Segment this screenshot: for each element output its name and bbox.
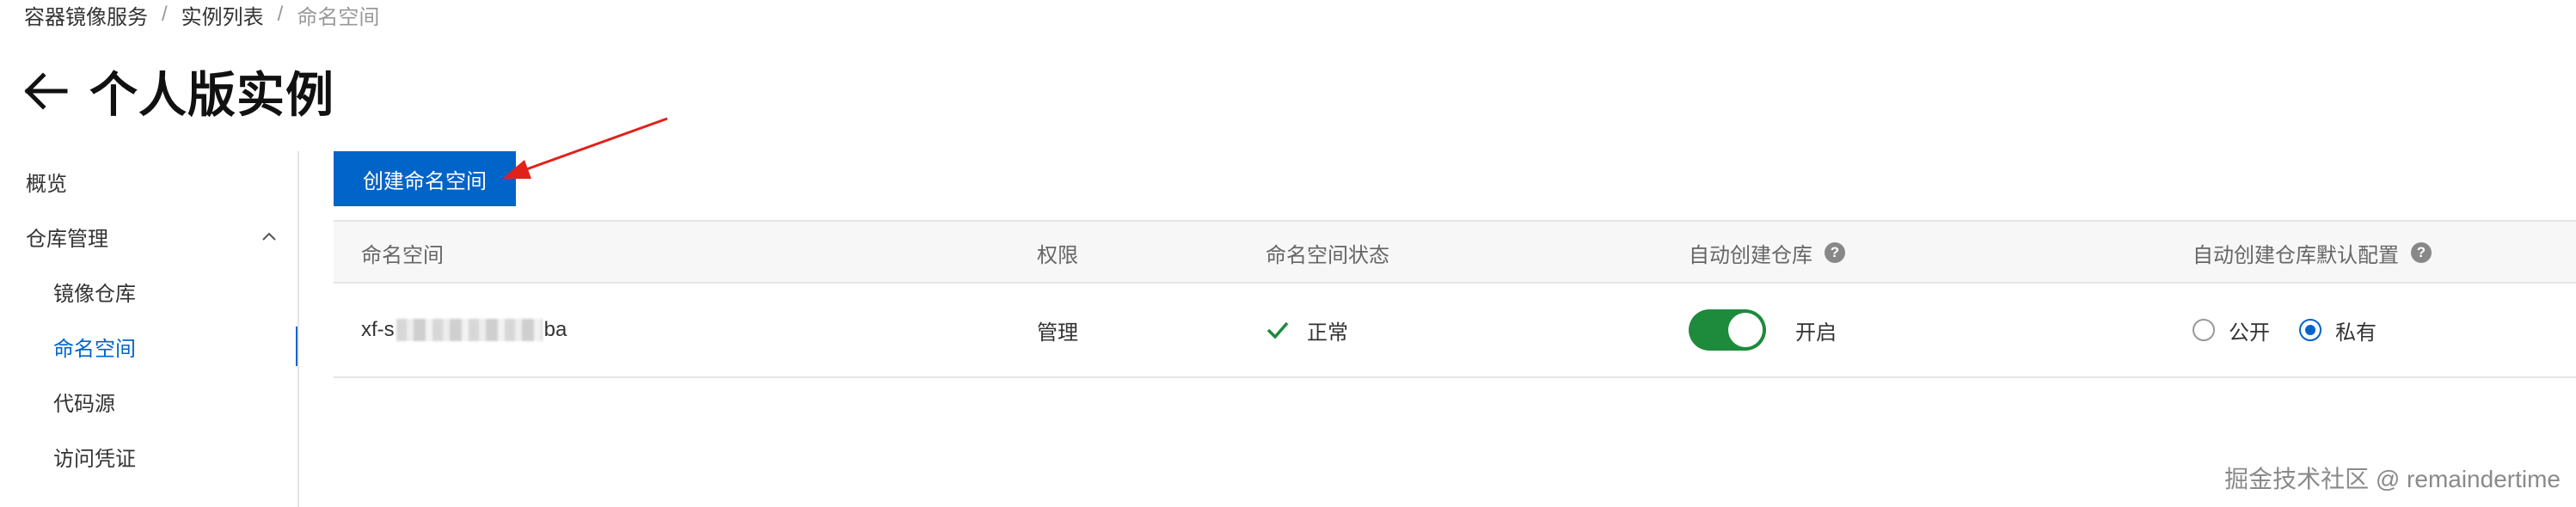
sidebar-item-repo-management[interactable]: 仓库管理	[0, 210, 297, 263]
sidebar-divider	[297, 151, 299, 507]
sidebar-item-label: 访问凭证	[53, 447, 136, 471]
table-row: xf-s ba 管理 正常 开启 公开 私有	[334, 284, 2576, 378]
annotation-arrow-icon	[502, 117, 668, 179]
namespace-table: 命名空间 权限 命名空间状态 自动创建仓库 ? 自动创建仓库默认配置 ? xf-…	[334, 220, 2576, 378]
toggle-label: 开启	[1795, 321, 1837, 345]
breadcrumb-namespace: 命名空间	[297, 5, 380, 29]
breadcrumb: 容器镜像服务 / 实例列表 / 命名空间	[24, 0, 379, 29]
arrow-left-icon[interactable]	[21, 70, 69, 112]
page-title: 个人版实例	[89, 67, 334, 122]
sidebar-item-label: 代码源	[53, 392, 115, 416]
column-header-auto-create-default: 自动创建仓库默认配置 ?	[2193, 222, 2432, 284]
page-header: 个人版实例	[21, 60, 334, 122]
column-header-status: 命名空间状态	[1266, 243, 1389, 267]
sidebar-item-label: 命名空间	[53, 337, 136, 361]
default-config-cell: 公开 私有	[2193, 284, 2406, 376]
sidebar-item-label: 概览	[26, 172, 67, 196]
sidebar-item-label: 镜像仓库	[53, 282, 136, 306]
create-namespace-button[interactable]: 创建命名空间	[334, 151, 516, 206]
radio-private[interactable]	[2299, 319, 2321, 341]
auto-create-toggle[interactable]	[1689, 309, 1766, 351]
chevron-up-icon[interactable]	[261, 229, 277, 244]
namespace-name: xf-s ba	[361, 318, 567, 341]
breadcrumb-container-registry[interactable]: 容器镜像服务	[24, 0, 148, 30]
check-icon	[1267, 321, 1289, 339]
radio-label-private[interactable]: 私有	[2335, 315, 2377, 345]
auto-create-cell: 开启	[1689, 284, 1837, 376]
status-value: 正常	[1266, 284, 1348, 376]
breadcrumb-separator: /	[162, 3, 168, 26]
breadcrumb-instance-list[interactable]: 实例列表	[181, 0, 264, 30]
help-icon[interactable]: ?	[1825, 242, 1845, 263]
column-header-namespace: 命名空间	[361, 243, 444, 267]
toggle-knob	[1728, 313, 1763, 347]
watermark: 掘金技术社区 @ remaindertime	[2224, 466, 2561, 492]
column-header-permission: 权限	[1037, 243, 1078, 267]
sidebar: 概览 仓库管理 镜像仓库 命名空间 代码源 访问凭证	[0, 155, 299, 507]
table-header: 命名空间 权限 命名空间状态 自动创建仓库 ? 自动创建仓库默认配置 ?	[334, 220, 2576, 284]
redacted-text	[396, 319, 543, 341]
column-header-auto-create: 自动创建仓库 ?	[1689, 222, 1845, 284]
help-icon[interactable]: ?	[2411, 242, 2432, 263]
sidebar-item-access-credentials[interactable]: 访问凭证	[0, 430, 297, 483]
sidebar-item-namespaces[interactable]: 命名空间	[0, 320, 299, 373]
sidebar-item-label: 仓库管理	[26, 227, 108, 251]
sidebar-item-overview[interactable]: 概览	[0, 155, 297, 208]
radio-label-public[interactable]: 公开	[2229, 315, 2270, 345]
breadcrumb-separator: /	[277, 3, 284, 26]
radio-public[interactable]	[2193, 319, 2215, 341]
permission-value: 管理	[1037, 321, 1078, 345]
sidebar-item-code-source[interactable]: 代码源	[0, 375, 297, 428]
sidebar-item-image-repos[interactable]: 镜像仓库	[0, 265, 297, 318]
